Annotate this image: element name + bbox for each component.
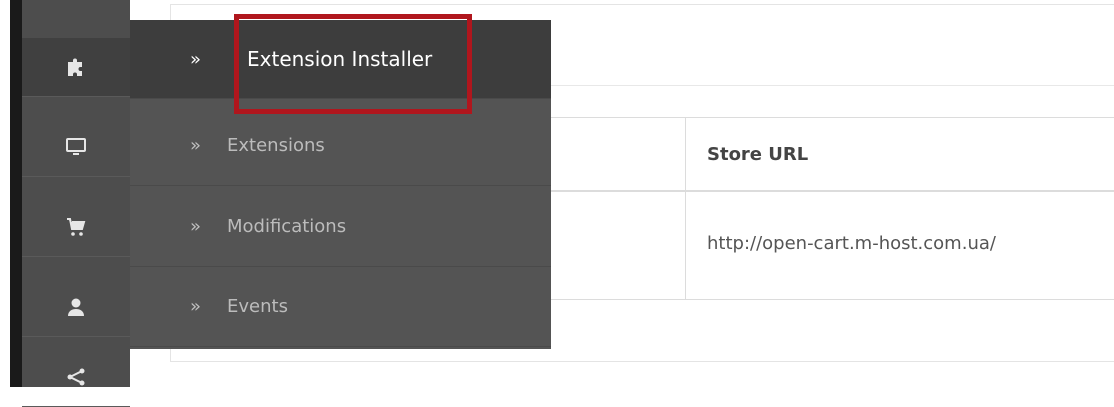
column-divider [685, 117, 686, 299]
monitor-icon [66, 138, 86, 155]
chevron-right-icon: » [190, 295, 202, 317]
sidebar-item-sales[interactable] [22, 198, 130, 257]
store-url-cell: http://open-cart.m-host.com.ua/ [707, 233, 996, 254]
sidebar-item-extensions[interactable] [22, 38, 130, 97]
sidebar-edge [10, 0, 22, 387]
puzzle-icon [68, 58, 82, 76]
chevron-right-icon: » [190, 48, 202, 70]
menu-item-events[interactable]: » Events [130, 266, 551, 347]
icon-sidebar [22, 0, 130, 407]
chevron-right-icon: » [190, 215, 202, 237]
sidebar-item-marketing[interactable] [22, 348, 130, 407]
menu-item-modifications[interactable]: » Modifications [130, 186, 551, 267]
menu-item-label: Events [227, 295, 288, 317]
share-icon [67, 368, 85, 386]
menu-item-label: Modifications [227, 215, 347, 237]
column-header-store-url[interactable]: Store URL [707, 144, 808, 165]
menu-item-label: Extensions [227, 134, 325, 156]
menu-item-extensions[interactable]: » Extensions [130, 105, 551, 186]
chevron-right-icon: » [190, 134, 202, 156]
left-margin [0, 0, 10, 387]
cart-icon [67, 218, 86, 236]
user-icon [68, 298, 84, 316]
sidebar-item-customers[interactable] [22, 278, 130, 337]
sidebar-item-design[interactable] [22, 118, 130, 177]
highlight-annotation-box [234, 14, 472, 114]
